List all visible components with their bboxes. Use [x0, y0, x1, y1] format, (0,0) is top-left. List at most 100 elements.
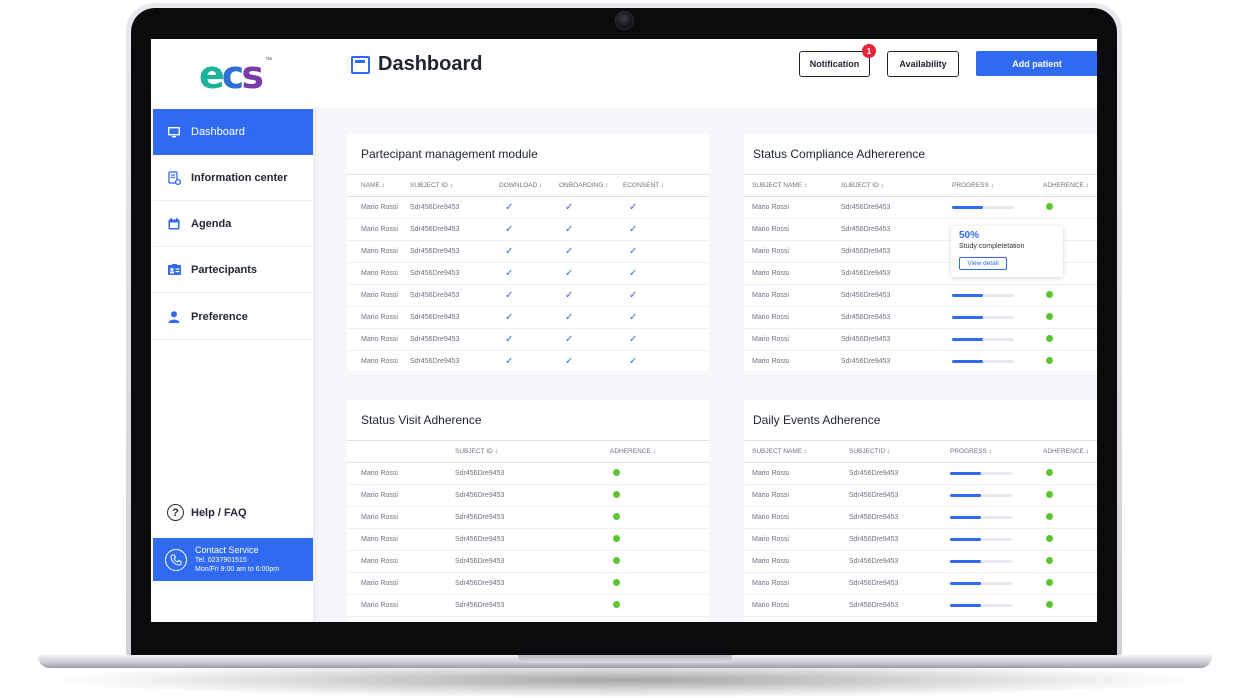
table-cell: Mario Rossi — [347, 462, 455, 485]
daily-table: SUBJECT NAME ↕ SUBJECTID ↕ PROGRESS ↕ AD… — [744, 440, 1097, 617]
column-header[interactable]: ADHERENCE ↕ — [1043, 174, 1097, 197]
table-row[interactable]: Mario Rossi Sdr456Dre9453 — [744, 506, 1097, 529]
table-cell — [952, 284, 1043, 307]
table-row[interactable]: Mario Rossi Sdr456Dre9453 — [744, 328, 1097, 351]
table-cell — [950, 572, 1043, 595]
contact-service-panel[interactable]: Contact Service Tel. 0237901515 Mon/Fri … — [153, 538, 313, 581]
progress-bar[interactable] — [952, 338, 1014, 341]
monitor-icon — [351, 55, 370, 74]
table-row[interactable]: Mario Rossi Sdr456Dre9453 — [744, 594, 1097, 617]
table-cell — [952, 196, 1043, 219]
column-header[interactable]: SUBJECT NAME ↕ — [744, 440, 849, 463]
column-header[interactable]: SUBJECT ID ↕ — [410, 174, 499, 197]
sidebar-item-preference[interactable]: Preference — [153, 294, 313, 340]
table-cell — [950, 462, 1043, 485]
progress-bar[interactable] — [950, 582, 1012, 585]
table-row[interactable]: Mario Rossi Sdr456Dre9453 — [744, 350, 1097, 373]
table-row[interactable]: Mario Rossi Sdr456Dre9453 — [347, 528, 709, 551]
column-header[interactable]: PROGRESS ↕ — [952, 174, 1043, 197]
table-row[interactable]: Mario Rossi Sdr456Dre9453 ✓ ✓ ✓ — [347, 262, 709, 285]
progress-bar[interactable] — [952, 360, 1014, 363]
table-cell: Mario Rossi — [744, 240, 841, 263]
table-row[interactable]: Mario Rossi Sdr456Dre9453 — [347, 594, 709, 617]
table-row[interactable]: Mario Rossi Sdr456Dre9453 — [744, 484, 1097, 507]
progress-bar[interactable] — [952, 294, 1014, 297]
table-cell: Mario Rossi — [744, 284, 841, 307]
column-header[interactable]: SUBJECT NAME ↕ — [744, 174, 841, 197]
column-header[interactable]: ONBOARDING ↕ — [559, 174, 623, 197]
progress-bar[interactable] — [952, 316, 1014, 319]
table-row[interactable]: Mario Rossi Sdr456Dre9453 — [744, 550, 1097, 573]
table-cell: ✓ — [623, 284, 709, 307]
column-header[interactable]: DOWNLOAD ↕ — [499, 174, 559, 197]
table-cell: ✓ — [623, 196, 709, 219]
table-cell: Mario Rossi — [347, 262, 410, 285]
availability-button[interactable]: Availability — [887, 51, 959, 77]
table-row[interactable]: Mario Rossi Sdr456Dre9453 — [347, 550, 709, 573]
table-cell — [950, 550, 1043, 573]
table-cell: Sdr456Dre9453 — [849, 506, 950, 529]
availability-label: Availability — [899, 59, 947, 69]
table-cell: ✓ — [499, 284, 559, 307]
column-header[interactable]: SUBJECT ID ↕ — [841, 174, 952, 197]
sidebar-item-agenda[interactable]: Agenda — [153, 201, 313, 247]
sidebar-item-dashboard[interactable]: Dashboard — [153, 109, 313, 155]
table-row[interactable]: Mario Rossi Sdr456Dre9453 — [347, 572, 709, 595]
table-row[interactable]: Mario Rossi Sdr456Dre9453 ✓ ✓ ✓ — [347, 306, 709, 329]
sidebar-item-partecipants[interactable]: Partecipants — [153, 247, 313, 293]
column-header[interactable]: ADHERENCE ↕ — [610, 440, 709, 463]
check-icon: ✓ — [505, 290, 514, 301]
column-header[interactable]: ADHERENCE ↕ — [1043, 440, 1097, 463]
table-row[interactable]: Mario Rossi Sdr456Dre9453 — [347, 462, 709, 485]
check-icon: ✓ — [629, 202, 638, 213]
table-cell: Sdr456Dre9453 — [410, 262, 499, 285]
sidebar-item-label: Dashboard — [191, 126, 245, 138]
table-row[interactable]: Mario Rossi Sdr456Dre9453 — [347, 484, 709, 507]
column-header[interactable]: NAME ↕ — [347, 174, 410, 197]
check-icon: ✓ — [565, 334, 574, 345]
id-card-icon — [167, 263, 181, 277]
progress-bar[interactable] — [950, 538, 1012, 541]
table-row[interactable]: Mario Rossi Sdr456Dre9453 — [744, 572, 1097, 595]
table-row[interactable]: Mario Rossi Sdr456Dre9453 ✓ ✓ ✓ — [347, 328, 709, 351]
progress-bar[interactable] — [950, 516, 1012, 519]
column-header[interactable]: ECONSENT ↕ — [623, 174, 709, 197]
column-header[interactable]: SUBJECTID ↕ — [849, 440, 950, 463]
progress-bar[interactable] — [950, 560, 1012, 563]
view-detail-button[interactable]: View detail — [959, 257, 1007, 270]
table-cell — [950, 506, 1043, 529]
table-row[interactable]: Mario Rossi Sdr456Dre9453 — [744, 306, 1097, 329]
progress-bar[interactable] — [950, 472, 1012, 475]
table-row[interactable]: Mario Rossi Sdr456Dre9453 — [744, 462, 1097, 485]
column-header — [347, 440, 455, 463]
page-title: Dashboard — [351, 53, 482, 76]
progress-bar[interactable] — [952, 206, 1014, 209]
table-cell: Sdr456Dre9453 — [455, 528, 610, 551]
help-faq-link[interactable]: ? Help / FAQ — [167, 504, 247, 521]
ecs-logo[interactable]: e c s ™ — [199, 56, 272, 94]
table-row[interactable]: Mario Rossi Sdr456Dre9453 — [744, 284, 1097, 307]
column-header[interactable]: PROGRESS ↕ — [950, 440, 1043, 463]
adherence-dot-icon — [1046, 491, 1053, 498]
notification-button[interactable]: Notification — [799, 51, 870, 77]
progress-bar[interactable] — [950, 494, 1012, 497]
sidebar-item-label: Preference — [191, 310, 248, 323]
progress-bar[interactable] — [950, 604, 1012, 607]
table-cell — [610, 462, 709, 485]
column-header[interactable]: SUBJECT ID ↕ — [455, 440, 610, 463]
table-row[interactable]: Mario Rossi Sdr456Dre9453 — [744, 528, 1097, 551]
progress-fill — [950, 516, 981, 519]
table-row[interactable]: Mario Rossi Sdr456Dre9453 ✓ ✓ ✓ — [347, 240, 709, 263]
table-cell: Sdr456Dre9453 — [841, 350, 952, 373]
check-icon: ✓ — [505, 246, 514, 257]
check-icon: ✓ — [629, 334, 638, 345]
table-row[interactable]: Mario Rossi Sdr456Dre9453 ✓ ✓ ✓ — [347, 196, 709, 219]
add-patient-button[interactable]: Add patient — [976, 51, 1097, 76]
table-row[interactable]: Mario Rossi Sdr456Dre9453 ✓ ✓ ✓ — [347, 218, 709, 241]
table-row[interactable]: Mario Rossi Sdr456Dre9453 — [347, 506, 709, 529]
table-row[interactable]: Mario Rossi Sdr456Dre9453 ✓ ✓ ✓ — [347, 284, 709, 307]
table-cell: Sdr456Dre9453 — [849, 550, 950, 573]
table-row[interactable]: Mario Rossi Sdr456Dre9453 ✓ ✓ ✓ — [347, 350, 709, 373]
sidebar-item-information-center[interactable]: Information center — [153, 155, 313, 201]
table-row[interactable]: Mario Rossi Sdr456Dre9453 — [744, 196, 1097, 219]
